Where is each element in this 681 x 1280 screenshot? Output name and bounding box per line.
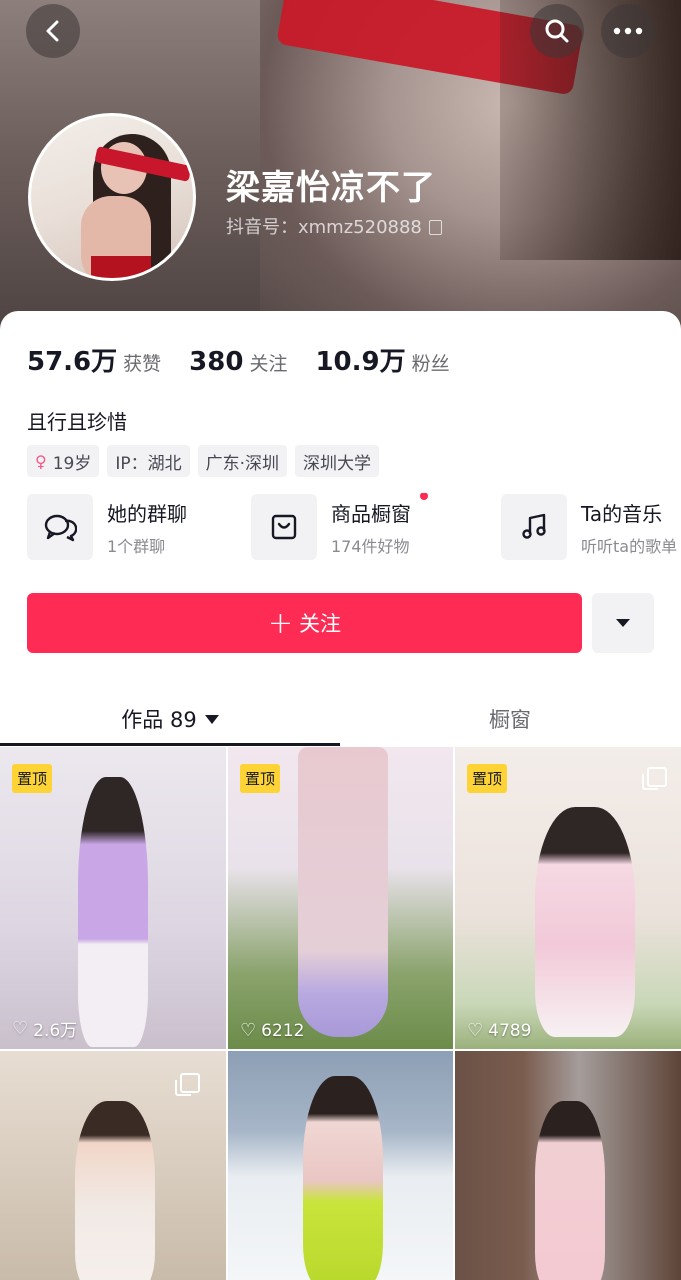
profile-nickname: 梁嘉怡凉不了 xyxy=(226,168,436,208)
tag-school-label: 深圳大学 xyxy=(303,453,372,474)
video-thumbnail[interactable] xyxy=(228,1051,453,1280)
chat-bubbles-icon xyxy=(44,514,77,542)
like-count: ♡ 2.6万 xyxy=(12,1016,77,1041)
stat-likes-value: 57.6万 xyxy=(27,347,118,377)
stat-followers[interactable]: 10.9万 粉丝 xyxy=(315,341,449,378)
tab-active-indicator xyxy=(0,743,340,746)
video-thumbnail[interactable]: 置顶 ♡ 4789 xyxy=(455,747,681,1049)
tab-works[interactable]: 作品 89 xyxy=(0,692,340,746)
profile-tags: ♀ 19岁 IP：湖北 广东·深圳 深圳大学 xyxy=(27,445,387,477)
search-button[interactable] xyxy=(530,4,584,58)
pinned-badge: 置顶 xyxy=(240,764,281,793)
multi-image-icon xyxy=(175,1073,200,1096)
stats-row: 57.6万 获赞 380 关注 10.9万 粉丝 xyxy=(27,341,478,378)
like-count: ♡ 4789 xyxy=(467,1020,531,1041)
more-icon xyxy=(613,27,643,35)
tag-location[interactable]: 广东·深圳 xyxy=(197,445,288,477)
like-count-value: 2.6万 xyxy=(33,1021,78,1041)
shopping-bag-icon xyxy=(271,514,297,540)
female-icon: ♀ xyxy=(35,451,47,471)
more-button[interactable] xyxy=(601,4,655,58)
tag-age: ♀ 19岁 xyxy=(27,445,100,477)
stat-following-value: 380 xyxy=(189,347,244,377)
shortcut-shop-window-sub: 174件好物 xyxy=(331,536,410,556)
caret-down-icon xyxy=(204,714,219,724)
tag-ip-label: IP：湖北 xyxy=(115,453,182,474)
video-grid: 置顶 ♡ 2.6万 置顶 ♡ 6212 置顶 ♡ 4789 xyxy=(0,747,681,1280)
profile-tabs: 作品 89 橱窗 xyxy=(0,692,681,746)
plus-icon: + xyxy=(267,605,294,641)
pinned-badge: 置顶 xyxy=(12,764,53,793)
video-thumbnail[interactable]: 置顶 ♡ 6212 xyxy=(228,747,453,1049)
tag-ip: IP：湖北 xyxy=(107,445,190,477)
follow-label: 关注 xyxy=(299,612,342,636)
heart-icon: ♡ xyxy=(240,1020,257,1041)
stat-likes[interactable]: 57.6万 获赞 xyxy=(27,341,161,378)
search-icon xyxy=(545,19,569,43)
profile-info-card: 57.6万 获赞 380 关注 10.9万 粉丝 且行且珍惜 ♀ 19岁 IP：… xyxy=(0,311,681,751)
shortcut-shop-window-title: 商品橱窗 xyxy=(331,501,411,526)
shortcut-shop-window[interactable]: 商品橱窗 174件好物 xyxy=(251,493,428,561)
tag-age-label: 19岁 xyxy=(52,453,92,474)
shortcut-group-chat-sub: 1个群聊 xyxy=(107,536,166,556)
shortcut-music[interactable]: Ta的音乐 听听ta的歌单 xyxy=(501,493,677,561)
shortcut-group-chat-title: 她的群聊 xyxy=(107,501,187,526)
stat-followers-label: 粉丝 xyxy=(411,353,450,375)
avatar[interactable] xyxy=(28,113,196,281)
douyin-id-text: 抖音号：xmmz520888 xyxy=(226,217,422,238)
stat-followers-value: 10.9万 xyxy=(315,347,406,377)
like-count-value: 4789 xyxy=(488,1020,532,1041)
douyin-id[interactable]: 抖音号：xmmz520888 xyxy=(226,213,442,239)
multi-image-icon xyxy=(642,767,667,790)
follow-button[interactable]: + 关注 xyxy=(27,593,582,653)
tab-works-label: 作品 89 xyxy=(121,708,197,732)
shortcut-music-title: Ta的音乐 xyxy=(581,501,663,526)
caret-down-icon xyxy=(616,619,630,627)
like-count: ♡ 6212 xyxy=(240,1020,304,1041)
music-note-icon xyxy=(522,513,546,539)
stat-following[interactable]: 380 关注 xyxy=(189,347,287,377)
pinned-badge: 置顶 xyxy=(467,764,508,793)
back-button[interactable] xyxy=(26,4,80,58)
like-count-value: 6212 xyxy=(261,1020,305,1041)
back-arrow-icon xyxy=(46,20,59,42)
bio-text: 且行且珍惜 xyxy=(27,410,127,434)
stat-likes-label: 获赞 xyxy=(123,353,162,375)
tag-school[interactable]: 深圳大学 xyxy=(295,445,380,477)
shortcut-row: 她的群聊 1个群聊 商品橱窗 174件好物 Ta的音乐 听听ta的歌单 xyxy=(27,493,681,561)
video-thumbnail[interactable]: 置顶 ♡ 2.6万 xyxy=(0,747,226,1049)
heart-icon: ♡ xyxy=(12,1018,29,1039)
tag-location-label: 广东·深圳 xyxy=(205,453,280,474)
shortcut-group-chat[interactable]: 她的群聊 1个群聊 xyxy=(27,493,187,561)
recommend-dropdown-button[interactable] xyxy=(592,593,654,653)
video-thumbnail[interactable] xyxy=(0,1051,226,1280)
video-thumbnail[interactable] xyxy=(455,1051,681,1280)
shortcut-music-sub: 听听ta的歌单 xyxy=(581,536,678,556)
header-photo-hair xyxy=(500,0,681,260)
stat-following-label: 关注 xyxy=(249,353,288,375)
copy-icon[interactable] xyxy=(428,220,442,235)
tab-shop-window[interactable]: 橱窗 xyxy=(340,692,680,746)
tab-shop-window-label: 橱窗 xyxy=(489,708,531,732)
heart-icon: ♡ xyxy=(467,1020,484,1041)
notification-dot xyxy=(420,493,428,500)
